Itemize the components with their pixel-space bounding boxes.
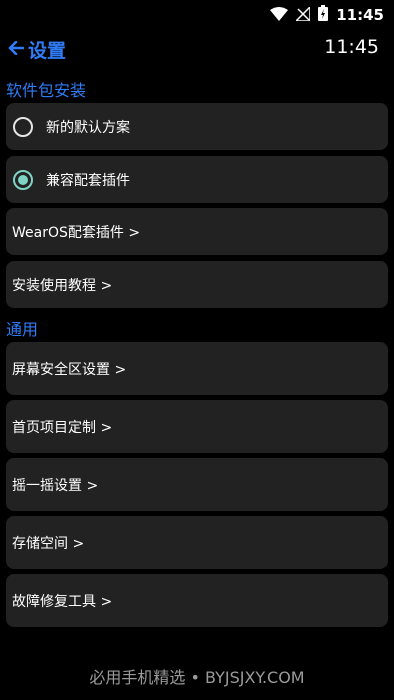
battery-charging-icon xyxy=(318,5,329,25)
link-label: WearOS配套插件 > xyxy=(12,224,141,241)
link-label: 屏幕安全区设置 > xyxy=(12,361,127,378)
page-title: 设置 xyxy=(28,40,67,62)
wifi-icon xyxy=(270,6,289,25)
status-bar: 11:45 xyxy=(0,0,394,28)
link-label: 摇一摇设置 > xyxy=(12,477,99,494)
link-label: 首页项目定制 > xyxy=(12,419,113,436)
link-repair-tools[interactable]: 故障修复工具 > xyxy=(6,574,388,627)
link-label: 安装使用教程 > xyxy=(12,277,113,294)
section-title-general: 通用 xyxy=(6,320,39,339)
radio-checked-icon xyxy=(13,169,33,190)
link-shake-settings[interactable]: 摇一摇设置 > xyxy=(6,458,388,511)
link-wearos-plugin[interactable]: WearOS配套插件 > xyxy=(6,208,388,255)
section-title-package: 软件包安装 xyxy=(6,81,87,100)
header-clock: 11:45 xyxy=(324,36,379,58)
link-label: 存储空间 > xyxy=(12,535,85,552)
back-button[interactable]: 设置 xyxy=(8,36,66,63)
no-signal-icon xyxy=(294,4,311,25)
link-install-tutorial[interactable]: 安装使用教程 > xyxy=(6,261,388,308)
link-label: 故障修复工具 > xyxy=(12,593,113,610)
radio-unchecked-icon xyxy=(13,116,33,137)
header: 设置 11:45 xyxy=(0,34,394,62)
option-compatible-plugin[interactable]: 兼容配套插件 xyxy=(6,156,388,203)
link-screen-safe-area[interactable]: 屏幕安全区设置 > xyxy=(6,342,388,395)
option-label: 新的默认方案 xyxy=(46,119,130,136)
status-time: 11:45 xyxy=(336,6,384,24)
link-home-customize[interactable]: 首页项目定制 > xyxy=(6,400,388,453)
option-new-default[interactable]: 新的默认方案 xyxy=(6,103,388,150)
arrow-left-icon xyxy=(8,40,25,59)
watermark: 必用手机精选 • BYJSJXY.COM xyxy=(89,668,305,687)
option-label: 兼容配套插件 xyxy=(46,172,130,189)
link-storage[interactable]: 存储空间 > xyxy=(6,516,388,569)
